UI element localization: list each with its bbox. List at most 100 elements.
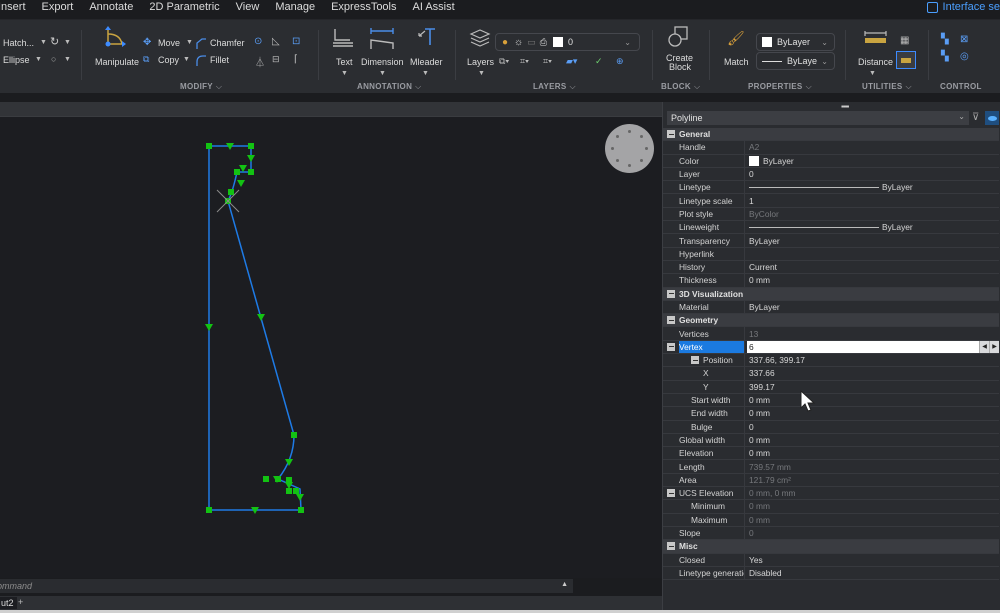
property-row-color[interactable]: Color ByLayer bbox=[663, 154, 999, 168]
layers-icon[interactable] bbox=[469, 28, 491, 48]
vertex-grip[interactable] bbox=[206, 143, 212, 149]
mirror-icon[interactable]: ⏃ bbox=[255, 54, 265, 69]
layer-tool-icon-4[interactable]: ▰▾ bbox=[566, 56, 577, 67]
manipulate-icon[interactable] bbox=[104, 26, 128, 50]
navigation-wheel[interactable] bbox=[605, 124, 654, 173]
hatch-dropdown-icon[interactable]: ▼ bbox=[40, 39, 47, 46]
dimension-button[interactable]: Dimension bbox=[361, 57, 404, 67]
text-icon[interactable] bbox=[332, 28, 354, 48]
layer-tool-icon-2[interactable]: ⌗▾ bbox=[520, 56, 529, 67]
vertex-grip[interactable] bbox=[206, 507, 212, 513]
layer-tool-icon-3[interactable]: ⌗▾ bbox=[543, 56, 552, 67]
linetype-dropdown[interactable]: ByLaye ⌄ bbox=[756, 52, 835, 70]
menu-2d-parametric[interactable]: 2D Parametric bbox=[149, 1, 219, 13]
menu-manage[interactable]: Manage bbox=[275, 1, 315, 13]
modify-group-label[interactable]: MODIFY ⌵ bbox=[180, 82, 222, 92]
midpoint-grip[interactable] bbox=[257, 314, 265, 321]
next-vertex-button[interactable]: ▶ bbox=[989, 340, 999, 354]
copy-dropdown-icon[interactable]: ▼ bbox=[183, 56, 190, 63]
measure-tool-button[interactable] bbox=[896, 51, 916, 69]
property-row-lineweight[interactable]: Lineweight ByLayer bbox=[663, 221, 999, 235]
fillet-button[interactable]: Fillet bbox=[210, 55, 229, 65]
interface-selector-button[interactable]: Interface se bbox=[926, 1, 1000, 13]
property-row-thickness[interactable]: Thickness 0 mm bbox=[663, 274, 999, 288]
property-row-linetype[interactable]: Linetype ByLayer bbox=[663, 181, 999, 195]
category-general[interactable]: General bbox=[663, 128, 999, 142]
midpoint-grip[interactable] bbox=[237, 180, 245, 187]
menu-insert[interactable]: Insert bbox=[0, 1, 26, 13]
layer-dropdown[interactable]: ● ☼ ▭ ⎙ 0 ⌄ bbox=[495, 33, 640, 51]
collapse-icon[interactable] bbox=[691, 356, 699, 365]
command-line[interactable]: ommand ▲ bbox=[0, 579, 573, 593]
control-icon-3[interactable]: ▚ bbox=[941, 51, 949, 62]
text-dropdown-icon[interactable]: ▼ bbox=[341, 70, 348, 77]
scale-icon[interactable]: ⊟ bbox=[272, 54, 280, 65]
property-row-closed[interactable]: Closed Yes bbox=[663, 553, 999, 567]
menu-export[interactable]: Export bbox=[42, 1, 74, 13]
midpoint-grip[interactable] bbox=[247, 155, 255, 162]
mleader-button[interactable]: Mleader bbox=[410, 57, 443, 67]
dimension-icon[interactable] bbox=[370, 27, 394, 49]
property-row-y[interactable]: Y 399.17 bbox=[663, 380, 999, 394]
utilities-group-label[interactable]: UTILITIES ⌵ bbox=[862, 82, 912, 92]
property-row-bulge[interactable]: Bulge 0 bbox=[663, 420, 999, 434]
menu-ai-assist[interactable]: AI Assist bbox=[413, 1, 455, 13]
create-block-label-2[interactable]: Block bbox=[669, 62, 691, 72]
layers-dropdown-icon[interactable]: ▼ bbox=[478, 70, 485, 77]
circle-dropdown-icon[interactable]: ▼ bbox=[64, 56, 71, 63]
vertex-grip[interactable] bbox=[248, 143, 254, 149]
property-row-elevation[interactable]: Elevation 0 mm bbox=[663, 447, 999, 461]
break-icon[interactable]: ⌈ bbox=[294, 54, 298, 65]
property-row-start-width[interactable]: Start width 0 mm bbox=[663, 393, 999, 408]
polyline-path[interactable] bbox=[208, 145, 302, 511]
mleader-dropdown-icon[interactable]: ▼ bbox=[422, 70, 429, 77]
rotate-dropdown-icon[interactable]: ▼ bbox=[64, 39, 71, 46]
property-row-linetype-generatio[interactable]: Linetype generatio Disabled bbox=[663, 566, 999, 581]
copy-button[interactable]: Copy bbox=[158, 55, 179, 65]
ellipse-dropdown-icon[interactable]: ▼ bbox=[35, 56, 42, 63]
color-dropdown[interactable]: ByLayer ⌄ bbox=[756, 33, 835, 51]
ellipse-button[interactable]: Ellipse bbox=[3, 55, 30, 65]
match-properties-icon[interactable]: 🖌 bbox=[727, 30, 745, 47]
property-row-vertices[interactable]: Vertices 13 bbox=[663, 327, 999, 341]
stretch-icon[interactable]: ◺ bbox=[272, 36, 280, 47]
collapse-icon[interactable] bbox=[667, 316, 675, 325]
property-row-plot-style[interactable]: Plot style ByColor bbox=[663, 207, 999, 222]
drawing-canvas[interactable] bbox=[0, 116, 662, 578]
collapse-icon[interactable] bbox=[667, 289, 675, 298]
category-geometry[interactable]: Geometry bbox=[663, 314, 999, 328]
selection-dropdown[interactable]: Polyline ⌄ bbox=[667, 111, 969, 125]
annotation-group-label[interactable]: ANNOTATION ⌵ bbox=[357, 82, 422, 92]
circle-icon[interactable]: ○ bbox=[51, 54, 56, 64]
vertex-grip[interactable] bbox=[228, 189, 234, 195]
move-dropdown-icon[interactable]: ▼ bbox=[186, 39, 193, 46]
rotate-icon[interactable]: ↻ bbox=[50, 35, 59, 48]
move-button[interactable]: Move bbox=[158, 38, 180, 48]
category-misc[interactable]: Misc bbox=[663, 540, 999, 554]
property-row-history[interactable]: History Current bbox=[663, 260, 999, 275]
mleader-icon[interactable] bbox=[416, 28, 436, 46]
chamfer-button[interactable]: Chamfer bbox=[210, 38, 245, 48]
layer-tool-icon-6[interactable]: ⊕ bbox=[616, 56, 624, 67]
quick-select-filter-icon[interactable]: ⊽ bbox=[972, 112, 979, 123]
block-group-label[interactable]: BLOCK ⌵ bbox=[661, 82, 700, 92]
dimension-dropdown-icon[interactable]: ▼ bbox=[379, 70, 386, 77]
control-icon-2[interactable]: ⊠ bbox=[960, 34, 968, 45]
distance-button[interactable]: Distance bbox=[858, 57, 893, 67]
midpoint-grip[interactable] bbox=[239, 165, 247, 172]
collapse-icon[interactable] bbox=[667, 542, 675, 551]
property-row-end-width[interactable]: End width 0 mm bbox=[663, 407, 999, 421]
layers-button[interactable]: Layers bbox=[467, 57, 494, 67]
drawing-svg[interactable] bbox=[0, 117, 662, 579]
property-row-position[interactable]: Position 337.66, 399.17 bbox=[663, 354, 999, 368]
polyline[interactable] bbox=[208, 145, 302, 511]
property-row-global-width[interactable]: Global width 0 mm bbox=[663, 433, 999, 448]
previous-vertex-button[interactable]: ◀ bbox=[979, 340, 989, 354]
layer-tool-icon-1[interactable]: ⧉▾ bbox=[499, 56, 509, 67]
align-icon[interactable]: ⊡ bbox=[292, 36, 300, 47]
property-row-ucs-elevation[interactable]: UCS Elevation 0 mm, 0 mm bbox=[663, 487, 999, 501]
calculator-icon[interactable]: ▦ bbox=[900, 35, 909, 46]
property-row-transparency[interactable]: Transparency ByLayer bbox=[663, 234, 999, 248]
hatch-button[interactable]: Hatch... bbox=[3, 38, 34, 48]
vertex-grip[interactable] bbox=[248, 169, 254, 175]
